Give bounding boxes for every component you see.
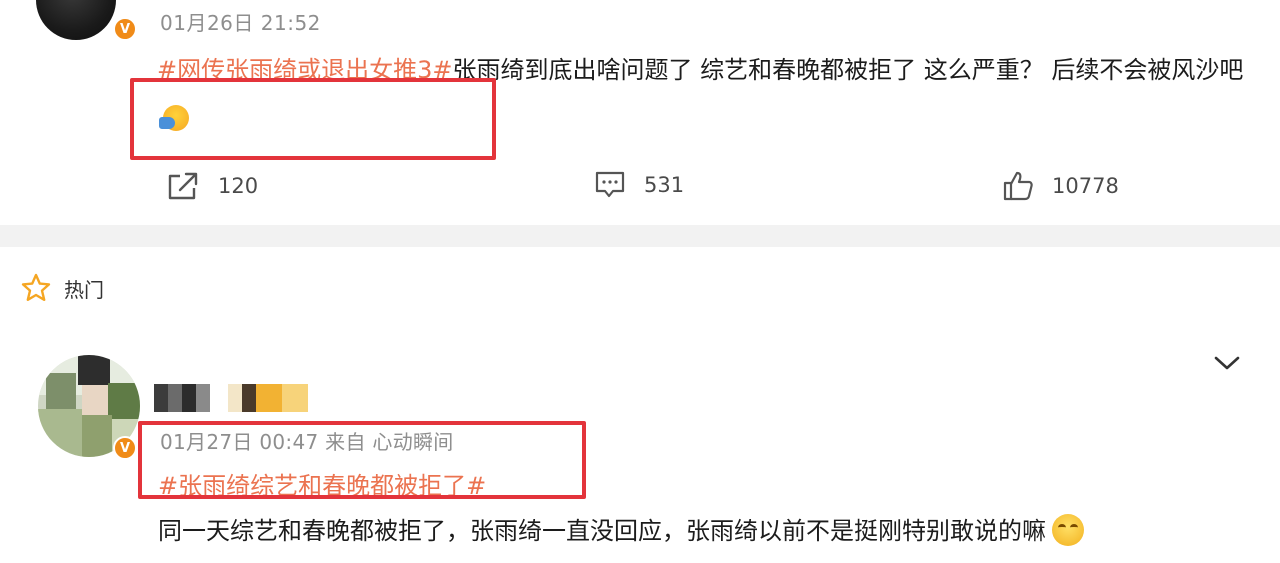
blurred-user-badge <box>228 384 308 412</box>
star-icon <box>21 273 51 301</box>
avatar-pixel <box>108 383 140 419</box>
post-card-1: V 01月26日 21:52 #网传张雨绮或退出女推3#张雨绮到底出啥问题了 综… <box>0 0 1280 225</box>
comment-count: 531 <box>644 173 685 197</box>
post-body: 同一天综艺和春晚都被拒了，张雨绮一直没回应，张雨绮以前不是挺刚特别敢说的嘛 <box>158 517 1046 545</box>
hot-label: 热门 <box>64 277 104 302</box>
thumbs-up-icon <box>1003 171 1033 201</box>
verified-badge-icon: V <box>113 436 137 460</box>
avatar[interactable] <box>36 0 116 40</box>
hot-section-header: 热门 <box>20 272 104 304</box>
section-divider <box>0 225 1280 247</box>
post-text: 同一天综艺和春晚都被拒了，张雨绮一直没回应，张雨绮以前不是挺刚特别敢说的嘛 <box>158 511 1258 551</box>
highlight-box <box>130 78 496 160</box>
share-button[interactable]: 120 <box>166 170 258 202</box>
avatar-pixel <box>82 385 108 415</box>
chevron-down-icon[interactable] <box>1212 352 1242 374</box>
comment-button[interactable]: 531 <box>594 170 684 200</box>
smirk-face-icon <box>1052 514 1084 546</box>
comment-icon <box>595 171 625 198</box>
avatar-pixel <box>46 373 76 409</box>
avatar-pixel <box>82 415 112 457</box>
avatar-pixel <box>38 409 82 457</box>
verified-badge-icon: V <box>113 17 137 41</box>
highlight-box <box>138 421 586 499</box>
blurred-username[interactable] <box>154 384 210 412</box>
share-icon <box>168 172 198 200</box>
like-count: 10778 <box>1052 174 1119 198</box>
share-count: 120 <box>218 174 259 198</box>
avatar-pixel <box>78 355 110 385</box>
like-button[interactable]: 10778 <box>1002 170 1119 202</box>
post-timestamp: 01月26日 21:52 <box>160 11 321 35</box>
post-body: 张雨绮到底出啥问题了 综艺和春晚都被拒了 这么严重？ 后续不会被风沙吧 <box>452 56 1244 84</box>
